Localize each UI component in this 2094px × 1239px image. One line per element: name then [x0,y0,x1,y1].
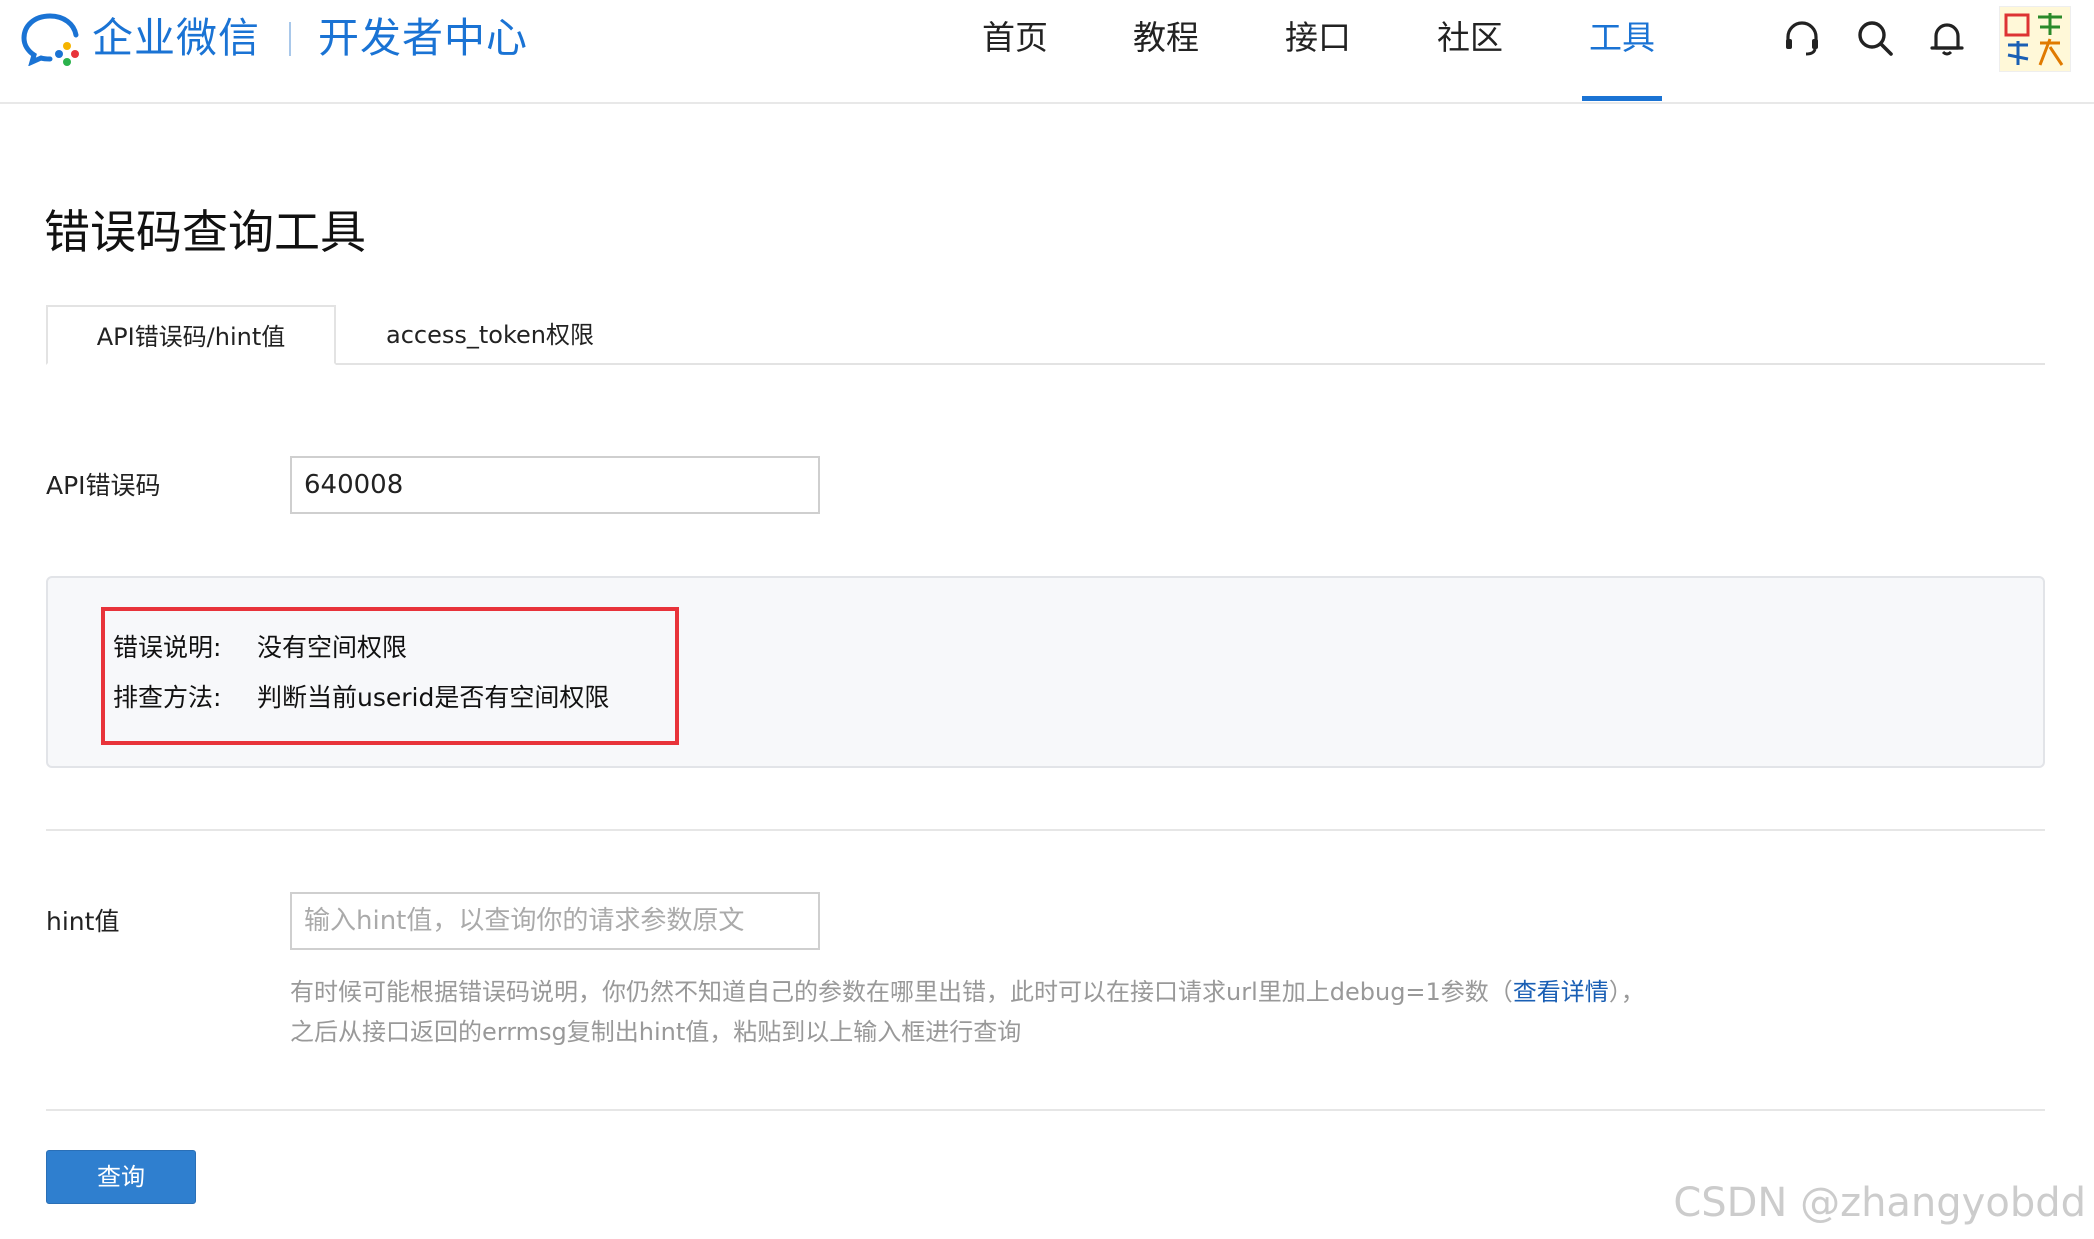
section-divider-bottom [46,1109,2045,1111]
nav-active-indicator [1582,96,1662,101]
brand-separator [289,22,291,56]
api-code-label: API错误码 [46,471,161,500]
search-icon[interactable] [1855,18,1895,58]
hint-label: hint值 [46,907,120,936]
tab-api-error-code[interactable]: API错误码/hint值 [46,305,336,365]
result-description-key: 错误说明: [113,633,222,662]
help-text-line1: 有时候可能根据错误码说明，你仍然不知道自己的参数在哪里出错，此时可以在接口请求u… [290,978,1513,1006]
nav-tutorials[interactable]: 教程 [1133,14,1199,62]
hint-input[interactable] [290,892,820,950]
tab-access-token[interactable]: access_token权限 [360,305,620,365]
avatar[interactable] [1999,6,2071,72]
avatar-image [2004,13,2064,66]
query-button[interactable]: 查询 [46,1150,196,1204]
dev-center-title[interactable]: 开发者中心 [318,10,528,66]
help-text-line1-end: ）， [1608,978,1645,1006]
top-header: 企业微信 开发者中心 首页 教程 接口 社区 工具 [0,0,2094,104]
bell-icon[interactable] [1927,18,1967,58]
headset-icon[interactable] [1782,18,1822,58]
result-description-row: 错误说明: 没有空间权限 [113,628,407,668]
help-text-line2: 之后从接口返回的errmsg复制出hint值，粘贴到以上输入框进行查询 [290,1018,1022,1046]
hint-help-text: 有时候可能根据错误码说明，你仍然不知道自己的参数在哪里出错，此时可以在接口请求u… [290,972,1790,1052]
result-method-key: 排查方法: [113,683,222,712]
result-description-value: 没有空间权限 [257,633,408,662]
nav-home[interactable]: 首页 [982,14,1048,62]
tabs-baseline [46,363,2045,365]
nav-tools[interactable]: 工具 [1589,14,1655,62]
api-code-input[interactable] [290,456,820,514]
watermark: CSDN @zhangyobdd [1673,1180,2086,1226]
result-method-row: 排查方法: 判断当前userid是否有空间权限 [113,678,609,718]
section-divider [46,829,2045,831]
brand-name[interactable]: 企业微信 [92,10,260,66]
view-details-link[interactable]: 查看详情 [1513,978,1609,1006]
page-title: 错误码查询工具 [44,205,366,259]
result-method-value: 判断当前userid是否有空间权限 [257,683,610,712]
nav-community[interactable]: 社区 [1437,14,1503,62]
wecom-logo-icon[interactable] [20,10,84,66]
nav-api[interactable]: 接口 [1285,14,1351,62]
